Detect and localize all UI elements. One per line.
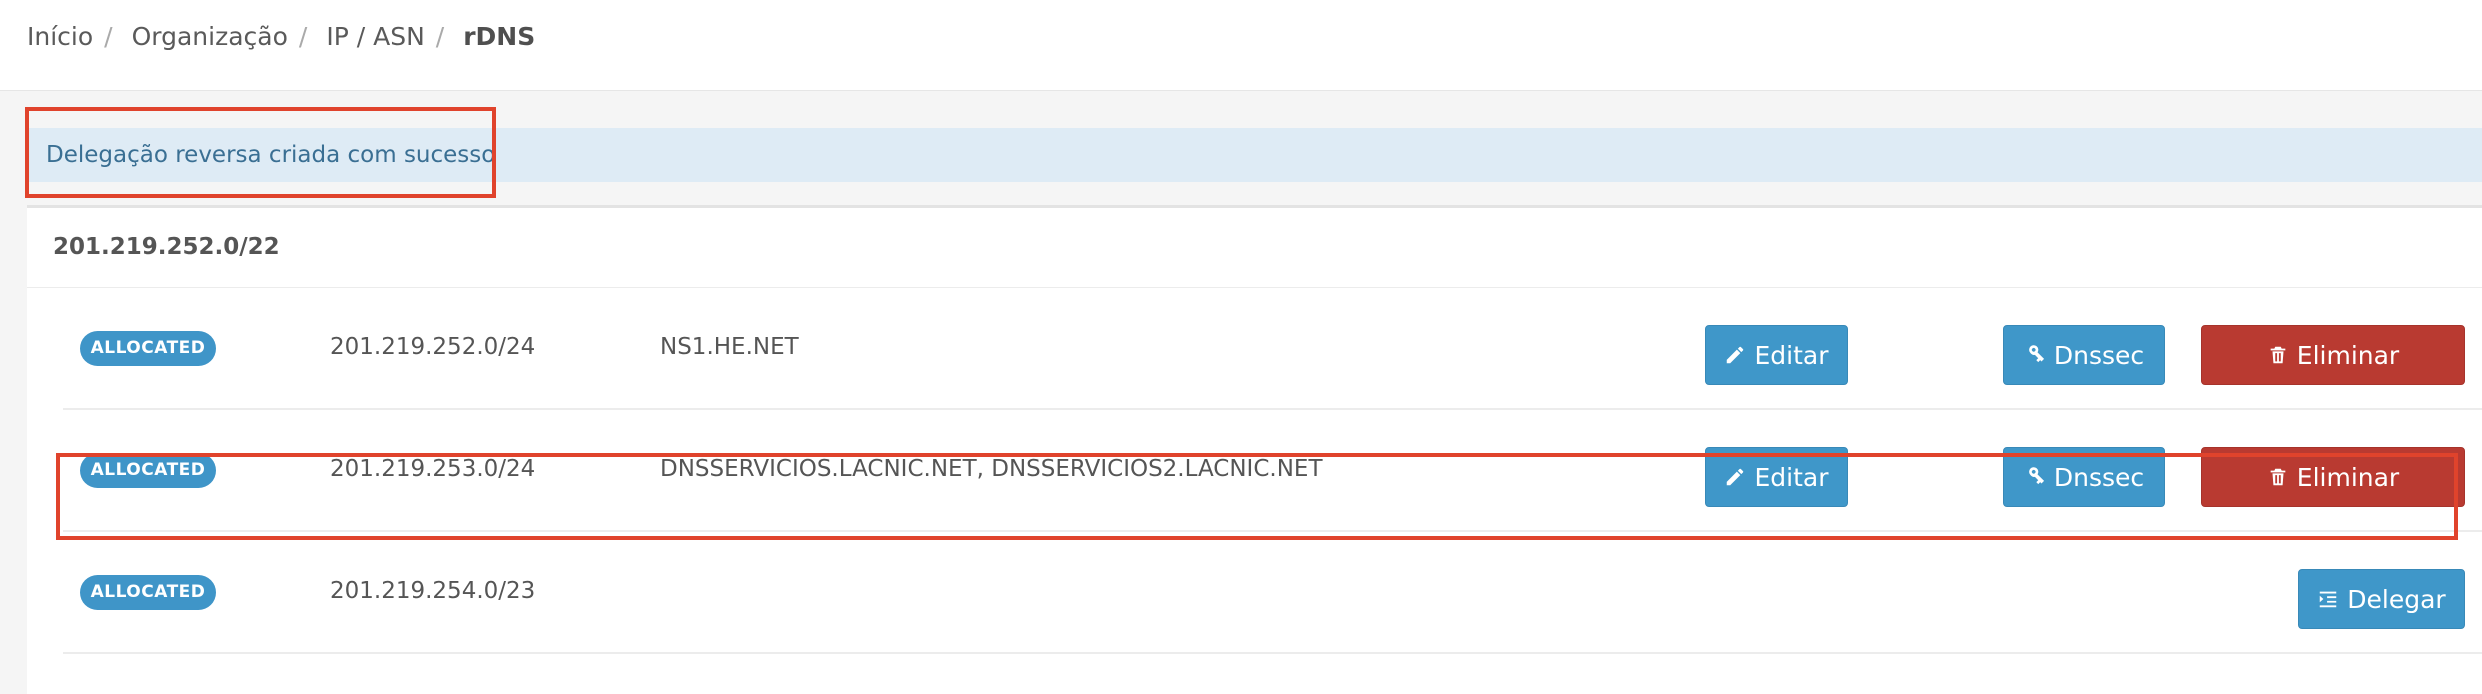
panel-heading: 201.219.252.0/22: [27, 208, 2482, 288]
nameservers-text: NS1.HE.NET: [660, 334, 799, 360]
status-badge: ALLOCATED: [80, 331, 216, 366]
delete-button-label: Eliminar: [2296, 340, 2400, 370]
table-row: ALLOCATED 201.219.252.0/24 NS1.HE.NET Ed…: [63, 288, 2482, 410]
panel-title: 201.219.252.0/22: [53, 234, 280, 260]
delegate-button-label: Delegar: [2347, 584, 2446, 614]
breadcrumb-organization[interactable]: Organização: [132, 22, 288, 51]
pencil-icon: [1727, 346, 1744, 364]
row-highlight-box: [56, 453, 2458, 540]
breadcrumb-bar: Início / Organização / IP / ASN / rDNS: [0, 0, 2482, 91]
breadcrumb-ip-asn[interactable]: IP / ASN: [326, 22, 424, 51]
delegate-button[interactable]: Delegar: [2298, 569, 2465, 629]
indent-list-icon: [2320, 591, 2337, 608]
status-badge: ALLOCATED: [80, 575, 216, 610]
trash-icon: [2270, 346, 2286, 364]
breadcrumb-current: rDNS: [463, 22, 536, 51]
dnssec-button[interactable]: Dnssec: [2003, 325, 2165, 385]
edit-button-label: Editar: [1754, 340, 1829, 370]
alert-highlight-box: [25, 107, 496, 198]
edit-button[interactable]: Editar: [1705, 325, 1848, 385]
prefix-text: 201.219.252.0/24: [330, 334, 536, 360]
breadcrumb-separator: /: [104, 22, 113, 51]
delete-button[interactable]: Eliminar: [2201, 325, 2465, 385]
dnssec-button-label: Dnssec: [2053, 340, 2145, 370]
breadcrumb-home[interactable]: Início: [27, 22, 93, 51]
prefix-text: 201.219.254.0/23: [330, 578, 536, 604]
rdns-panel: 201.219.252.0/22 ALLOCATED 201.219.252.0…: [27, 205, 2482, 694]
table-row: ALLOCATED 201.219.254.0/23 Delegar: [63, 532, 2482, 654]
breadcrumb-separator: /: [435, 22, 445, 51]
breadcrumb-separator: /: [298, 22, 308, 51]
breadcrumb: Início / Organização / IP / ASN / rDNS: [27, 22, 535, 51]
key-icon: [2028, 345, 2044, 363]
